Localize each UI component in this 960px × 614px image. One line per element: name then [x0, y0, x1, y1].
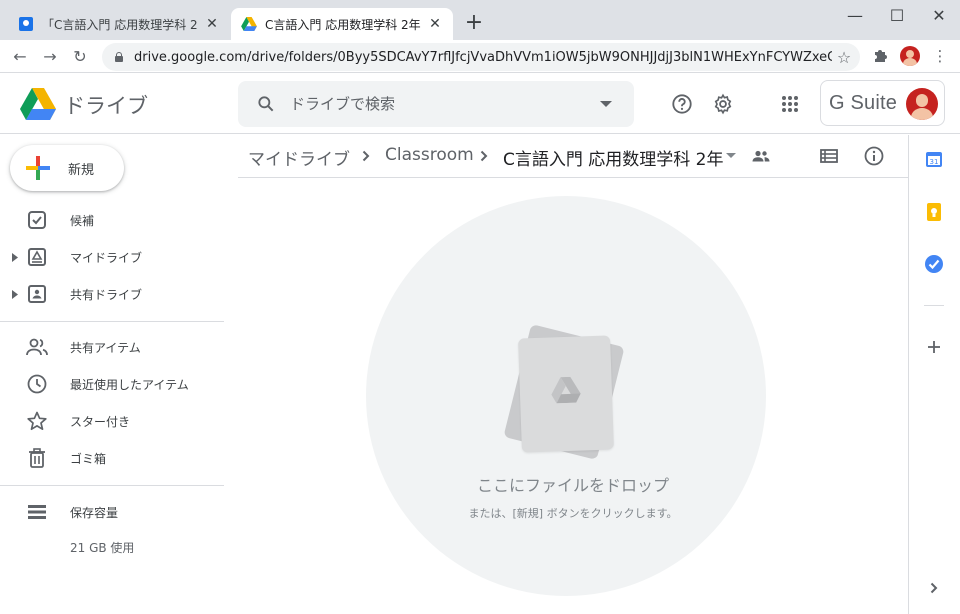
gsuite-label: G Suite	[829, 91, 898, 114]
keep-bulb-icon[interactable]	[922, 200, 946, 224]
new-button-label: 新規	[68, 162, 95, 178]
browser-menu-icon[interactable]: ⋮	[928, 44, 952, 68]
bookmark-star-icon[interactable]: ☆	[832, 45, 856, 69]
folder-dropdown-arrow-icon[interactable]	[718, 143, 744, 169]
empty-folder-card	[518, 335, 614, 453]
breadcrumb: マイドライブ Classroom C言語入門 応用数理学科 2年	[238, 135, 908, 178]
avatar[interactable]	[906, 88, 938, 120]
side-panel-divider	[924, 305, 944, 306]
trash-icon	[25, 446, 49, 470]
sidebar-item-shared-drives[interactable]: 共有ドライブ	[0, 278, 224, 310]
chevron-right-icon	[358, 147, 374, 165]
checkbox-icon	[25, 208, 49, 232]
sidebar-divider	[0, 321, 224, 322]
sidebar-item-label: 共有アイテム	[70, 340, 141, 355]
list-view-icon[interactable]	[816, 143, 842, 169]
search-options-dropdown-icon[interactable]	[586, 84, 626, 124]
sidebar-item-label: 共有ドライブ	[70, 287, 143, 302]
sidebar-item-suggested[interactable]: 候補	[0, 204, 224, 236]
gsuite-account-area[interactable]: G Suite	[820, 80, 945, 126]
expand-panel-chevron-icon[interactable]	[922, 576, 946, 600]
close-window-icon[interactable]: ✕	[918, 0, 960, 30]
search-icon[interactable]	[246, 84, 286, 124]
sidebar-item-starred[interactable]: スター付き	[0, 405, 224, 437]
shared-folder-people-icon[interactable]	[748, 143, 774, 169]
browser-tab-drive[interactable]: C言語入門 応用数理学科 2年 - Google ドライブ ✕	[231, 8, 453, 40]
drive-favicon-icon	[241, 16, 257, 32]
chevron-right-icon	[476, 147, 492, 165]
apps-grid-icon[interactable]	[774, 88, 806, 120]
breadcrumb-item-my-drive[interactable]: マイドライブ	[248, 145, 350, 170]
sidebar: 新規 候補 マイドライブ 共有ドライブ 共有アイテム 最近使用したアイテム スタ…	[0, 135, 224, 614]
browser-toolbar: ← → ↻ drive.google.com/drive/folders/0By…	[0, 40, 960, 73]
address-bar[interactable]: drive.google.com/drive/folders/0Byy5SDCA…	[102, 43, 860, 71]
sidebar-divider	[0, 485, 224, 486]
browser-tab-strip: 「C言語入門 応用数理学科 2年」のクラス ✕ C言語入門 応用数理学科 2年 …	[0, 0, 960, 40]
help-icon[interactable]	[666, 88, 698, 120]
tasks-check-icon[interactable]	[922, 252, 946, 276]
sidebar-item-my-drive[interactable]: マイドライブ	[0, 241, 224, 273]
maximize-icon[interactable]: ☐	[876, 0, 918, 30]
expand-caret-icon[interactable]	[11, 289, 19, 299]
side-panel: 31	[908, 135, 960, 614]
storage-used-text: 21 GB 使用	[70, 541, 135, 555]
sidebar-item-label: 候補	[70, 213, 95, 228]
calendar-icon[interactable]: 31	[922, 147, 946, 171]
forward-arrow-icon[interactable]: →	[38, 44, 62, 68]
lock-icon	[114, 52, 124, 62]
settings-gear-icon[interactable]	[707, 88, 739, 120]
tab-title: C言語入門 応用数理学科 2年 - Google ドライブ	[265, 17, 421, 32]
new-button[interactable]: 新規	[10, 145, 124, 191]
browser-tab-classroom[interactable]: 「C言語入門 応用数理学科 2年」のクラス ✕	[8, 8, 230, 40]
app-name[interactable]: ドライブ	[64, 90, 148, 120]
sidebar-item-label: ゴミ箱	[70, 451, 107, 466]
add-addon-plus-icon[interactable]	[922, 335, 946, 359]
close-tab-icon[interactable]: ✕	[204, 16, 220, 32]
clock-icon	[25, 372, 49, 396]
drive-logo-icon[interactable]	[20, 88, 56, 120]
empty-state-title: ここにファイルをドロップ	[476, 476, 669, 495]
minimize-icon[interactable]: —	[834, 0, 876, 30]
tab-title: 「C言語入門 応用数理学科 2年」のクラス	[42, 17, 198, 32]
sidebar-item-label: マイドライブ	[70, 250, 143, 265]
expand-caret-icon[interactable]	[11, 252, 19, 262]
storage-label: 保存容量	[70, 505, 119, 520]
info-icon[interactable]	[861, 143, 887, 169]
breadcrumb-item-current-folder[interactable]: C言語入門 応用数理学科 2年	[503, 145, 724, 170]
star-icon	[25, 409, 49, 433]
colorful-plus-icon	[26, 156, 50, 180]
sidebar-item-storage[interactable]: 保存容量	[0, 496, 224, 528]
sidebar-item-recent[interactable]: 最近使用したアイテム	[0, 368, 224, 400]
sidebar-item-label: スター付き	[70, 414, 131, 429]
sidebar-item-trash[interactable]: ゴミ箱	[0, 442, 224, 474]
browser-profile-avatar[interactable]	[900, 46, 920, 66]
search-box	[238, 81, 634, 127]
breadcrumb-item-classroom[interactable]: Classroom	[385, 145, 474, 165]
new-tab-button[interactable]: +	[462, 12, 486, 36]
url-text[interactable]: drive.google.com/drive/folders/0Byy5SDCA…	[134, 50, 832, 65]
my-drive-icon	[25, 245, 49, 269]
empty-state-subtitle: または、[新規] ボタンをクリックします。	[468, 507, 678, 520]
people-icon	[25, 335, 49, 359]
storage-icon	[25, 500, 49, 524]
search-input[interactable]	[286, 95, 586, 113]
shared-drives-icon	[25, 282, 49, 306]
drive-watermark-icon	[551, 376, 581, 404]
classroom-favicon-icon	[18, 16, 34, 32]
back-arrow-icon[interactable]: ←	[8, 44, 32, 68]
extensions-puzzle-icon[interactable]	[868, 44, 892, 68]
file-drop-zone[interactable]: ここにファイルをドロップ または、[新規] ボタンをクリックします。	[238, 179, 908, 614]
sidebar-item-shared-with-me[interactable]: 共有アイテム	[0, 331, 224, 363]
sidebar-item-label: 最近使用したアイテム	[70, 377, 189, 392]
svg-text:31: 31	[930, 158, 939, 166]
close-tab-icon[interactable]: ✕	[427, 16, 443, 32]
reload-icon[interactable]: ↻	[68, 44, 92, 68]
drive-header: ドライブ G Suite	[0, 74, 960, 134]
